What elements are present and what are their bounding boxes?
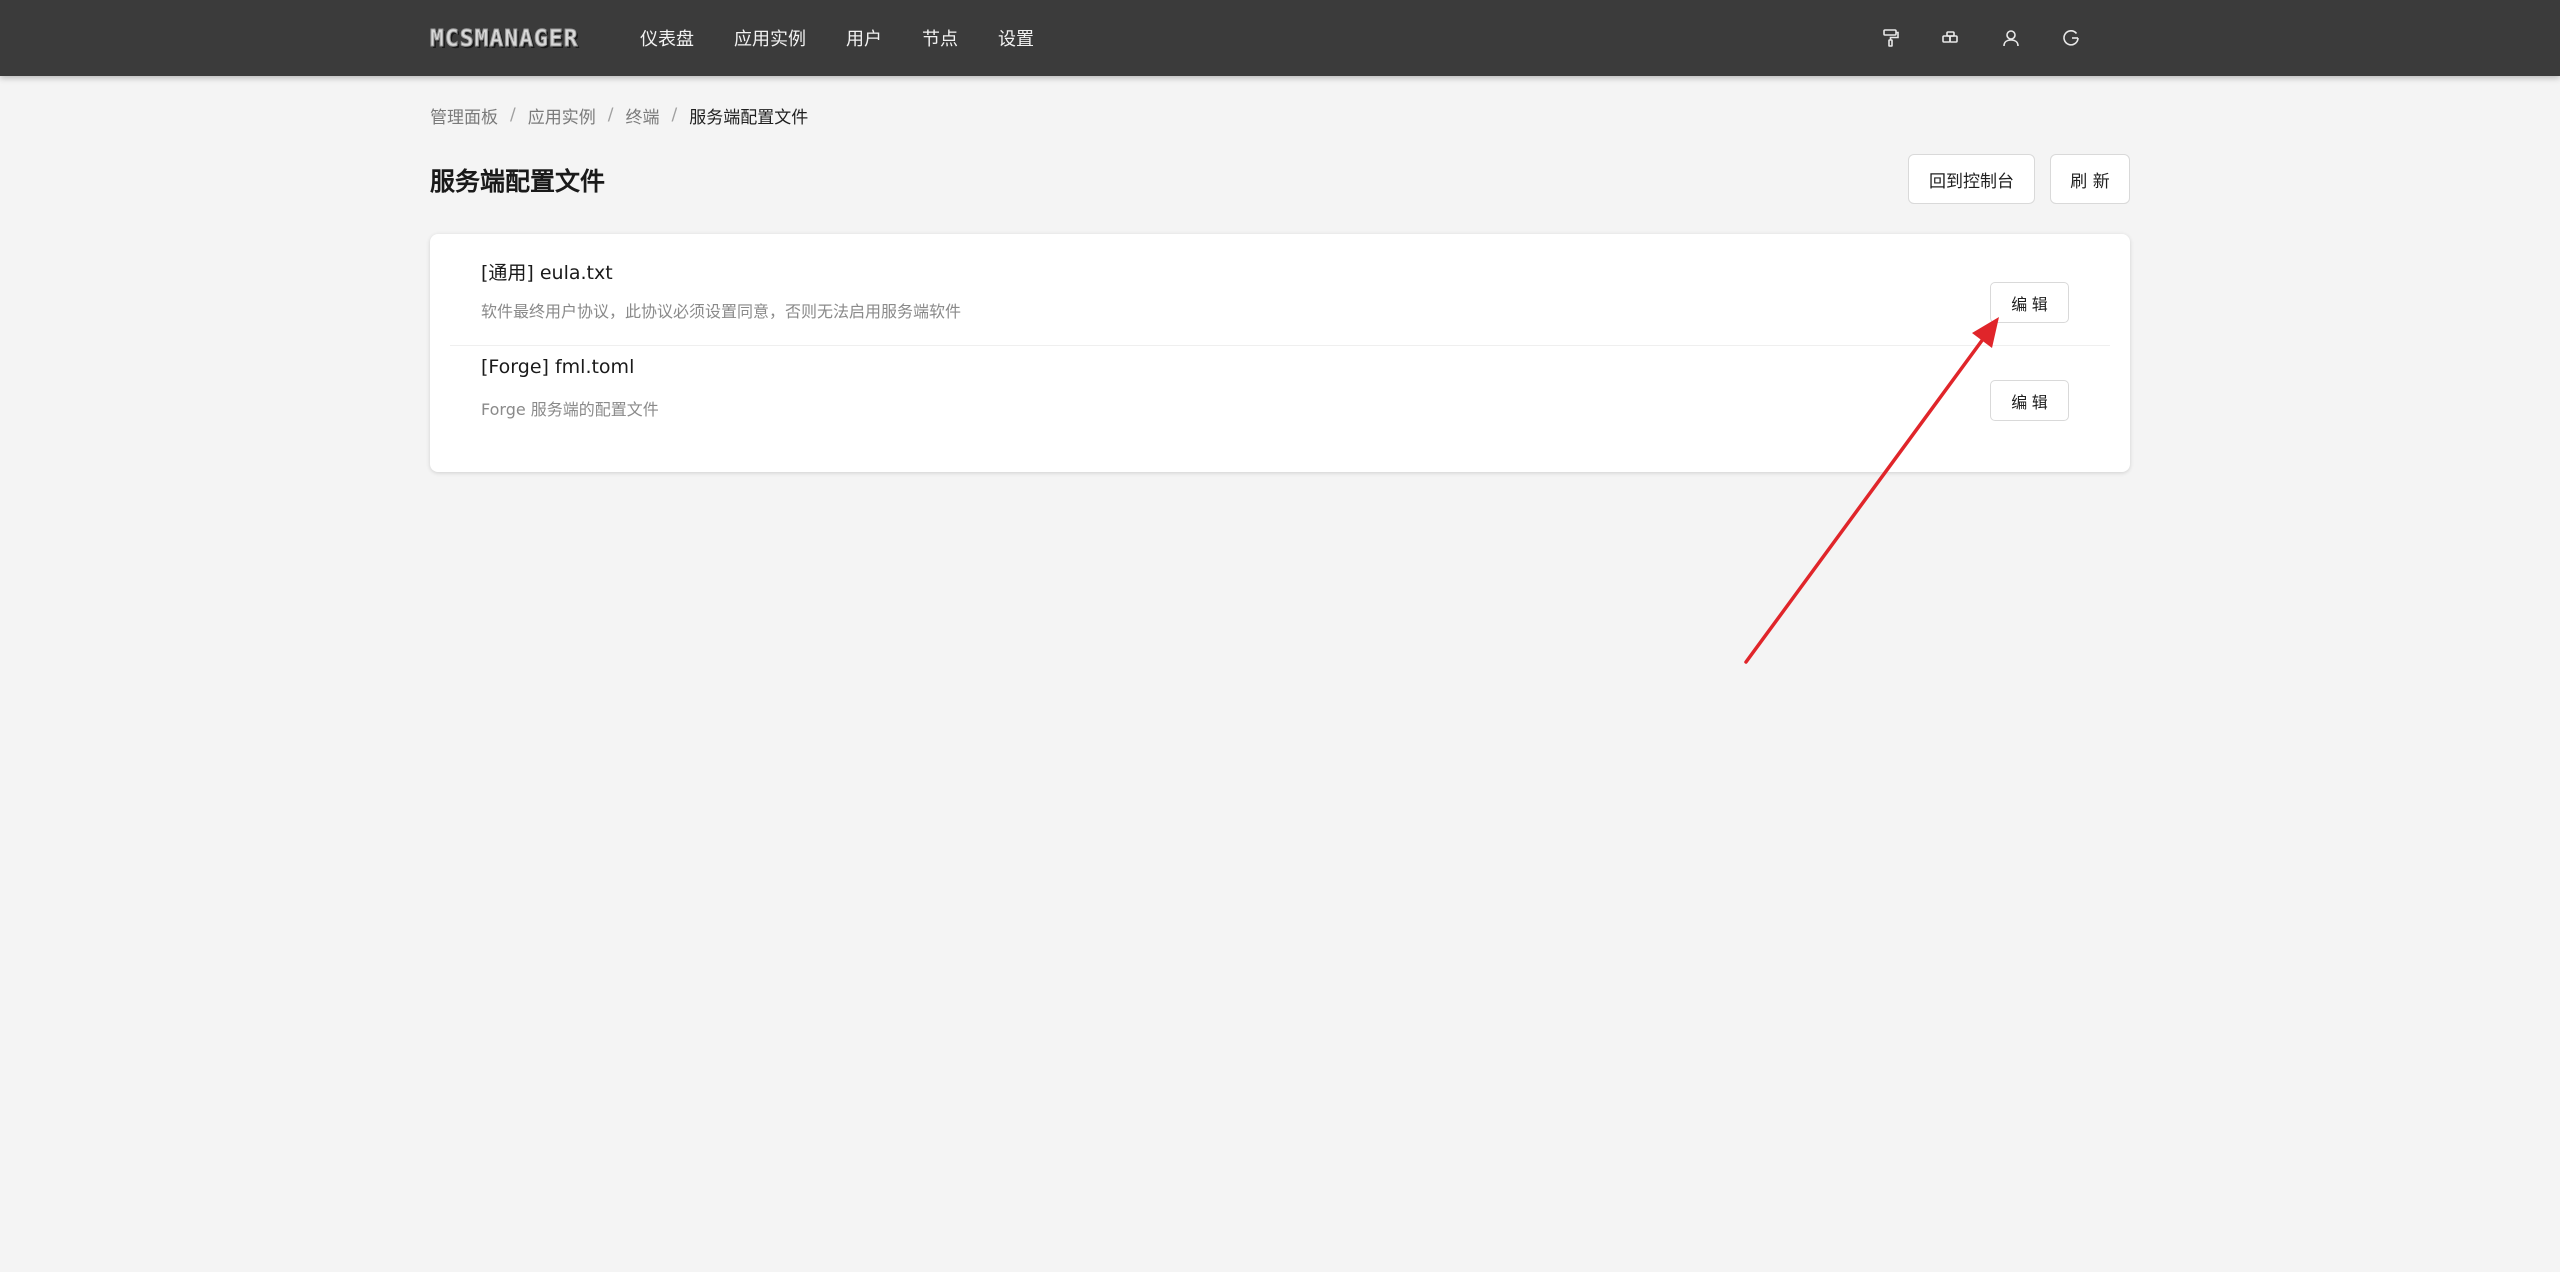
nav-item-instances[interactable]: 应用实例 — [734, 25, 806, 51]
config-file-title: [通用] eula.txt — [481, 262, 613, 284]
mcsmanager-logo[interactable]: MCSMANAGER — [429, 25, 578, 53]
edit-eula-button[interactable]: 编 辑 — [1990, 282, 2069, 323]
top-navigation-bar: MCSMANAGER 仪表盘 应用实例 用户 节点 设置 — [0, 0, 2560, 76]
main-nav: 仪表盘 应用实例 用户 节点 设置 — [640, 0, 1074, 76]
config-file-description: Forge 服务端的配置文件 — [481, 400, 659, 419]
nav-item-settings[interactable]: 设置 — [998, 25, 1034, 51]
back-to-console-button[interactable]: 回到控制台 — [1908, 154, 2035, 204]
breadcrumb-separator: / — [671, 105, 678, 125]
nav-item-nodes[interactable]: 节点 — [922, 25, 958, 51]
layout-icon[interactable] — [1940, 27, 1962, 49]
page-title: 服务端配置文件 — [430, 167, 606, 196]
breadcrumb: 管理面板 / 应用实例 / 终端 / 服务端配置文件 — [430, 103, 809, 128]
breadcrumb-terminal[interactable]: 终端 — [625, 103, 659, 128]
paint-roller-icon[interactable] — [1880, 27, 1902, 49]
edit-fml-button[interactable]: 编 辑 — [1990, 380, 2069, 421]
top-icon-group — [1842, 0, 2082, 76]
breadcrumb-admin-panel[interactable]: 管理面板 — [430, 103, 498, 128]
config-file-list: [通用] eula.txt 软件最终用户协议，此协议必须设置同意，否则无法启用服… — [430, 234, 2130, 472]
breadcrumb-separator: / — [510, 105, 516, 125]
config-file-title: [Forge] fml.toml — [481, 356, 635, 378]
list-item: [Forge] fml.toml Forge 服务端的配置文件 编 辑 — [450, 346, 2110, 444]
list-item: [通用] eula.txt 软件最终用户协议，此协议必须设置同意，否则无法启用服… — [450, 248, 2110, 346]
config-file-description: 软件最终用户协议，此协议必须设置同意，否则无法启用服务端软件 — [481, 302, 962, 321]
logout-icon[interactable] — [2060, 27, 2082, 49]
user-icon[interactable] — [2000, 27, 2022, 49]
breadcrumb-separator: / — [607, 105, 614, 125]
annotation-arrow-icon — [1744, 317, 1999, 664]
breadcrumb-instances[interactable]: 应用实例 — [528, 103, 596, 128]
breadcrumb-current: 服务端配置文件 — [689, 107, 809, 128]
nav-item-dashboard[interactable]: 仪表盘 — [640, 25, 694, 51]
refresh-button[interactable]: 刷 新 — [2050, 154, 2130, 204]
nav-item-users[interactable]: 用户 — [846, 25, 882, 51]
